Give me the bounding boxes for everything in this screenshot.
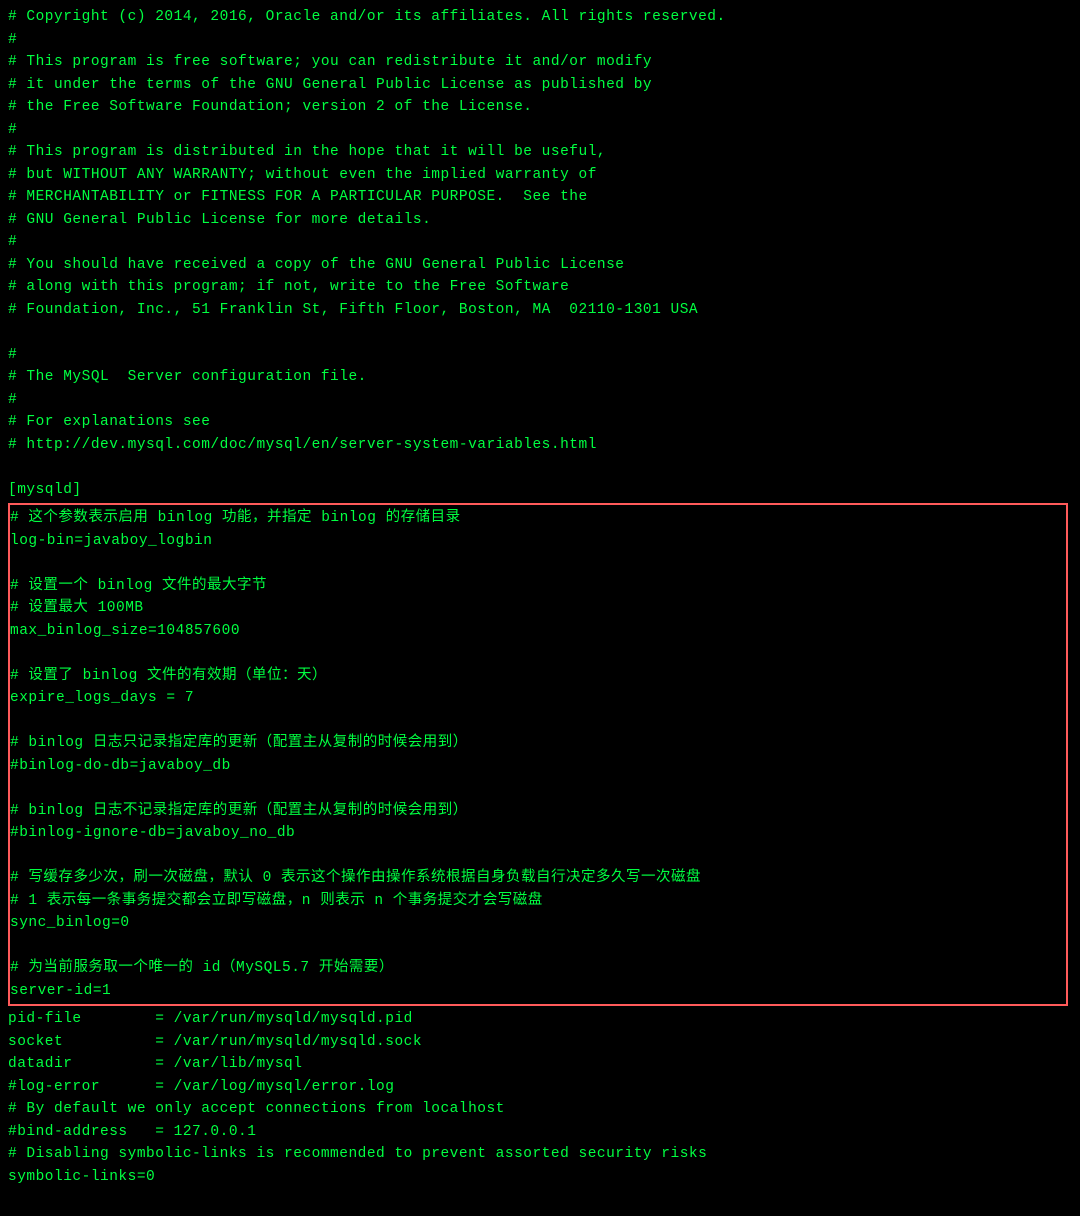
preLines-line: # Foundation, Inc., 51 Franklin St, Fift… xyxy=(8,299,1072,322)
highlightLines-line: # 这个参数表示启用 binlog 功能，并指定 binlog 的存储目录 xyxy=(10,507,1064,530)
highlightLines-line: # 1 表示每一条事务提交都会立即写磁盘，n 则表示 n 个事务提交才会写磁盘 xyxy=(10,890,1064,913)
highlightLines-line: expire_logs_days = 7 xyxy=(10,687,1064,710)
highlightLines-line xyxy=(10,552,1064,575)
preLines-line xyxy=(8,456,1072,479)
preLines-line: # xyxy=(8,389,1072,412)
highlightLines-line: # 为当前服务取一个唯一的 id（MySQL5.7 开始需要） xyxy=(10,957,1064,980)
postLines-line: #log-error = /var/log/mysql/error.log xyxy=(8,1076,1072,1099)
config-pre-block: # Copyright (c) 2014, 2016, Oracle and/o… xyxy=(8,6,1072,501)
highlightLines-line: server-id=1 xyxy=(10,980,1064,1003)
postLines-line: pid-file = /var/run/mysqld/mysqld.pid xyxy=(8,1008,1072,1031)
highlightLines-line xyxy=(10,845,1064,868)
highlightLines-line: #binlog-do-db=javaboy_db xyxy=(10,755,1064,778)
postLines-line: # By default we only accept connections … xyxy=(8,1098,1072,1121)
preLines-line: # For explanations see xyxy=(8,411,1072,434)
preLines-line: # The MySQL Server configuration file. xyxy=(8,366,1072,389)
preLines-line: # but WITHOUT ANY WARRANTY; without even… xyxy=(8,164,1072,187)
highlightLines-line xyxy=(10,710,1064,733)
postLines-line: datadir = /var/lib/mysql xyxy=(8,1053,1072,1076)
preLines-line: # xyxy=(8,29,1072,52)
highlightLines-line: # 设置一个 binlog 文件的最大字节 xyxy=(10,575,1064,598)
postLines-line: socket = /var/run/mysqld/mysqld.sock xyxy=(8,1031,1072,1054)
highlightLines-line xyxy=(10,642,1064,665)
highlightLines-line: # 设置最大 100MB xyxy=(10,597,1064,620)
preLines-line: # This program is free software; you can… xyxy=(8,51,1072,74)
preLines-line: # Copyright (c) 2014, 2016, Oracle and/o… xyxy=(8,6,1072,29)
highlightLines-line: # 写缓存多少次，刷一次磁盘，默认 0 表示这个操作由操作系统根据自身负载自行决… xyxy=(10,867,1064,890)
highlightLines-line: # binlog 日志不记录指定库的更新（配置主从复制的时候会用到） xyxy=(10,800,1064,823)
preLines-line: # xyxy=(8,119,1072,142)
highlightLines-line: #binlog-ignore-db=javaboy_no_db xyxy=(10,822,1064,845)
preLines-line: # the Free Software Foundation; version … xyxy=(8,96,1072,119)
preLines-line: [mysqld] xyxy=(8,479,1072,502)
highlightLines-line xyxy=(10,777,1064,800)
preLines-line: # MERCHANTABILITY or FITNESS FOR A PARTI… xyxy=(8,186,1072,209)
highlightLines-line: # 设置了 binlog 文件的有效期（单位：天） xyxy=(10,665,1064,688)
highlightLines-line xyxy=(10,935,1064,958)
config-highlight-block: # 这个参数表示启用 binlog 功能，并指定 binlog 的存储目录log… xyxy=(8,503,1068,1006)
preLines-line: # http://dev.mysql.com/doc/mysql/en/serv… xyxy=(8,434,1072,457)
highlightLines-line: log-bin=javaboy_logbin xyxy=(10,530,1064,553)
postLines-line: symbolic-links=0 xyxy=(8,1166,1072,1189)
postLines-line: #bind-address = 127.0.0.1 xyxy=(8,1121,1072,1144)
highlightLines-line: sync_binlog=0 xyxy=(10,912,1064,935)
preLines-line: # GNU General Public License for more de… xyxy=(8,209,1072,232)
highlightLines-line: max_binlog_size=104857600 xyxy=(10,620,1064,643)
preLines-line: # it under the terms of the GNU General … xyxy=(8,74,1072,97)
highlightLines-line: # binlog 日志只记录指定库的更新（配置主从复制的时候会用到） xyxy=(10,732,1064,755)
preLines-line: # You should have received a copy of the… xyxy=(8,254,1072,277)
preLines-line: # xyxy=(8,231,1072,254)
preLines-line: # along with this program; if not, write… xyxy=(8,276,1072,299)
preLines-line: # xyxy=(8,344,1072,367)
preLines-line xyxy=(8,321,1072,344)
config-post-block: pid-file = /var/run/mysqld/mysqld.pidsoc… xyxy=(8,1008,1072,1188)
preLines-line: # This program is distributed in the hop… xyxy=(8,141,1072,164)
postLines-line: # Disabling symbolic-links is recommende… xyxy=(8,1143,1072,1166)
